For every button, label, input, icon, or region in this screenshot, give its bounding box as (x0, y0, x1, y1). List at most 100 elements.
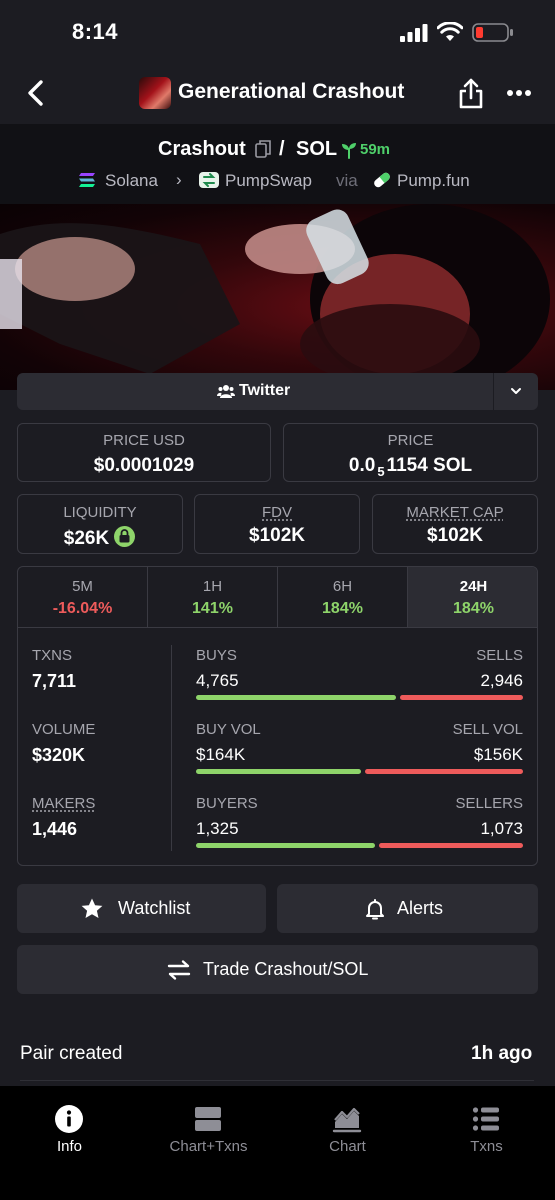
sellers-value: 1,073 (480, 819, 523, 838)
cellular-signal-icon (400, 24, 428, 42)
top-nav: Generational Crashout (0, 64, 555, 124)
liquidity-card: LIQUIDITY $26K (17, 494, 183, 554)
share-icon[interactable] (456, 76, 486, 110)
liquidity-value: $26K (63, 528, 110, 549)
battery-low-icon (472, 23, 513, 42)
fdv-card: FDV $102K (194, 494, 360, 554)
sells-ratio-bar (400, 695, 523, 700)
nav-chart-txns-label: Chart+Txns (169, 1138, 248, 1155)
makers-value: 1,446 (32, 819, 78, 839)
stats-panel: 5M -16.04% 1H 141% 6H 184% 24H 184% TXNS… (17, 566, 538, 866)
nav-info-label: Info (56, 1138, 83, 1155)
tab-24h[interactable]: 24H 184% (408, 567, 537, 628)
chevron-right-icon: › (176, 170, 182, 189)
tab-1h[interactable]: 1H 141% (148, 567, 278, 628)
pair-created-value: 1h ago (471, 1043, 533, 1064)
trade-label: Trade Crashout/SOL (203, 959, 369, 979)
status-time: 8:14 (72, 19, 119, 44)
page-title: Generational Crashout (178, 80, 405, 103)
status-bar: 8:14 (0, 0, 555, 64)
nav-chart-txns[interactable]: Chart+Txns (139, 1086, 278, 1166)
tab-1h-change: 141% (192, 600, 233, 617)
alerts-label: Alerts (397, 898, 444, 918)
divider (171, 645, 172, 851)
star-icon (81, 898, 103, 918)
tab-6h-label: 6H (332, 578, 353, 595)
buy-vol-value: $164K (196, 745, 246, 764)
divider (493, 373, 494, 410)
sells-value: 2,946 (480, 671, 523, 690)
pair-age: 59m (360, 141, 391, 158)
price-native-label: PRICE (387, 432, 434, 449)
sell-vol-label: SELL VOL (452, 721, 523, 738)
tab-24h-label: 24H (459, 578, 488, 595)
copy-icon[interactable] (255, 140, 271, 158)
buy-vol-label: BUY VOL (196, 721, 261, 738)
pumpswap-icon (199, 172, 219, 188)
base-token-symbol: Crashout (158, 138, 246, 160)
lock-icon[interactable] (113, 525, 136, 548)
liquidity-value-wrap: $26K (18, 525, 182, 550)
fdv-label[interactable]: FDV (262, 504, 292, 521)
pair-created-label: Pair created (20, 1043, 123, 1064)
back-arrow-icon[interactable] (22, 76, 52, 110)
trade-button[interactable]: Trade Crashout/SOL (17, 945, 538, 994)
tab-5m[interactable]: 5M -16.04% (18, 567, 148, 628)
market-cap-label[interactable]: MARKET CAP (406, 504, 503, 521)
banner-illustration (0, 204, 550, 390)
chart-icon (332, 1107, 362, 1133)
tab-5m-change: -16.04% (52, 600, 113, 617)
buyers-ratio-bar (196, 843, 375, 848)
sell-vol-value: $156K (473, 745, 523, 764)
txns-value: 7,711 (32, 671, 77, 691)
tab-6h-change: 184% (322, 600, 363, 617)
launchpad-name[interactable]: Pump.fun (397, 171, 470, 191)
chain-name[interactable]: Solana (105, 171, 158, 191)
price-native-zero-count: 5 (377, 464, 385, 479)
tab-24h-change: 184% (453, 600, 494, 617)
buyers-label: BUYERS (196, 795, 258, 812)
pair-header: Crashout / SOL 59m Solana › PumpSwap via (0, 124, 555, 204)
buys-label: BUYS (196, 647, 237, 664)
swap-arrows-icon (167, 960, 191, 980)
buys-ratio-bar (196, 695, 396, 700)
nav-chart[interactable]: Chart (278, 1086, 417, 1166)
sellers-label: SELLERS (455, 795, 523, 812)
token-avatar (139, 77, 171, 109)
alerts-button[interactable]: Alerts (277, 884, 538, 933)
market-cap-card: MARKET CAP $102K (372, 494, 538, 554)
price-usd-value: $0.0001029 (93, 455, 195, 476)
volume-label: VOLUME (32, 721, 96, 738)
buys-value: 4,765 (196, 671, 239, 690)
price-usd-label: PRICE USD (103, 432, 185, 449)
token-banner-image (0, 204, 555, 390)
price-native-digits: 1154 SOL (386, 455, 473, 476)
nav-txns[interactable]: Txns (417, 1086, 555, 1166)
watchlist-label: Watchlist (118, 898, 191, 918)
sellers-ratio-bar (379, 843, 523, 848)
watchlist-button[interactable]: Watchlist (17, 884, 266, 933)
info-icon (55, 1105, 83, 1133)
via-label: via (336, 171, 358, 190)
nav-info[interactable]: Info (0, 1086, 139, 1166)
market-cap-value: $102K (427, 525, 483, 546)
sprout-icon (342, 143, 356, 159)
bottom-nav: Info Chart+Txns Chart Txns (0, 1086, 555, 1200)
dex-name[interactable]: PumpSwap (225, 171, 312, 191)
tab-6h[interactable]: 6H 184% (278, 567, 408, 628)
social-links-bar[interactable]: Twitter (17, 373, 538, 410)
people-icon (217, 385, 235, 398)
tab-1h-label: 1H (202, 578, 223, 595)
more-options-icon[interactable] (505, 82, 533, 104)
chart-txns-icon (195, 1107, 221, 1131)
volume-value: $320K (32, 745, 86, 765)
quote-token-symbol: SOL (296, 138, 338, 160)
divider (20, 1080, 534, 1081)
makers-label[interactable]: MAKERS (32, 795, 95, 812)
fdv-value: $102K (249, 525, 305, 546)
twitter-link[interactable]: Twitter (239, 382, 290, 400)
nav-txns-label: Txns (470, 1138, 503, 1155)
chevron-down-icon[interactable] (509, 384, 523, 398)
txns-label: TXNS (32, 647, 73, 664)
list-icon (472, 1107, 499, 1131)
